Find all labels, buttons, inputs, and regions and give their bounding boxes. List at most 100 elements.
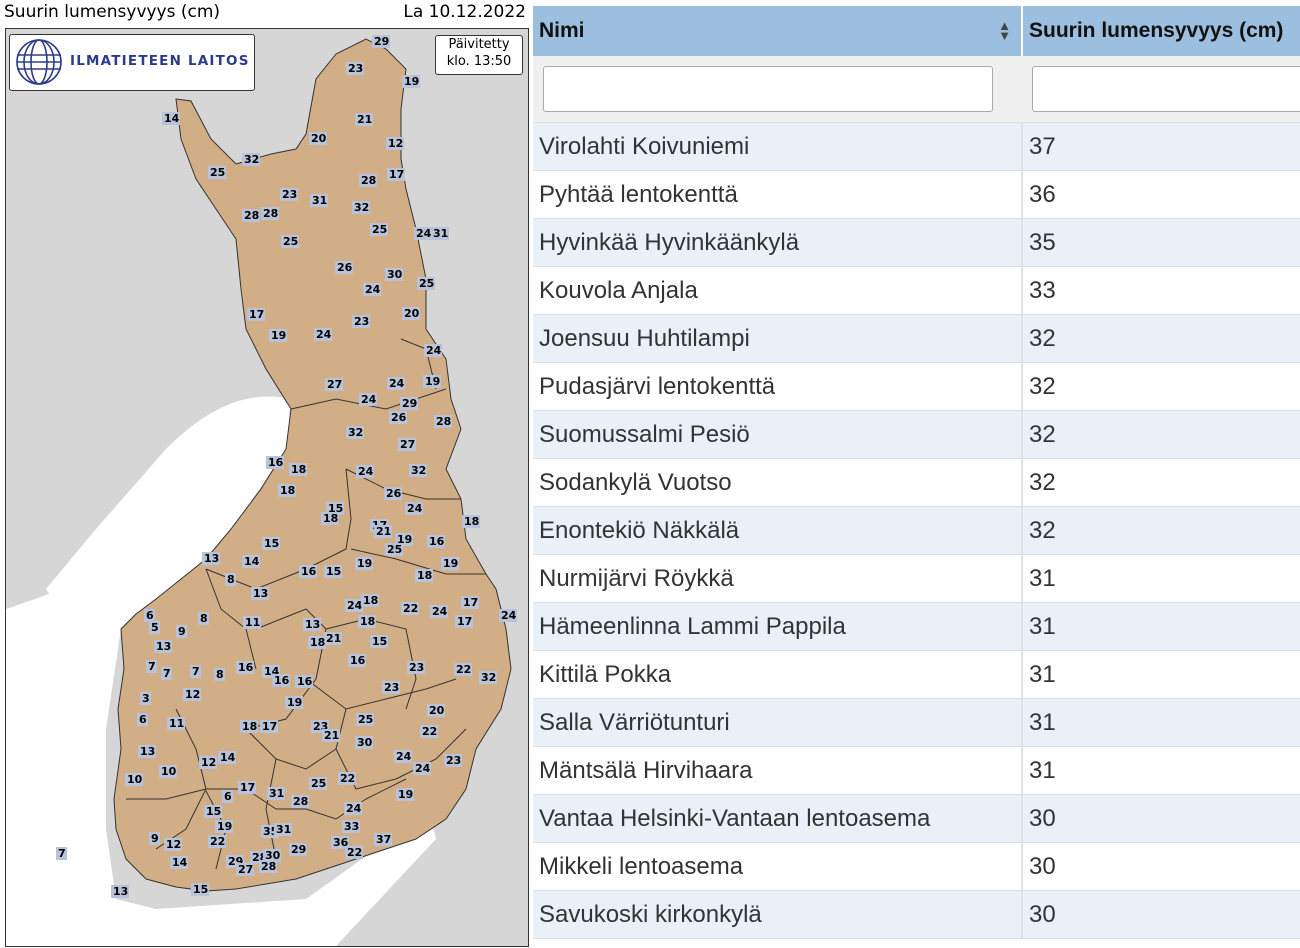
station-label[interactable]: 6 (137, 713, 148, 726)
station-label[interactable]: 22 (208, 835, 226, 848)
station-label[interactable]: 19 (423, 375, 441, 388)
snow-depth-map[interactable]: 29 23 19 21 14 20 12 32 25 17 28 23 31 32 28 28 25 24 31 25… (5, 28, 529, 947)
station-label[interactable]: 18 (361, 594, 379, 607)
station-label[interactable]: 21 (374, 525, 392, 538)
station-label[interactable]: 19 (441, 557, 459, 570)
table-row[interactable]: Savukoski kirkonkylä 30 (533, 890, 1300, 939)
station-label[interactable]: 28 (291, 795, 309, 808)
station-label[interactable]: 22 (345, 846, 363, 859)
station-label[interactable]: 26 (335, 261, 353, 274)
station-label[interactable]: 23 (280, 188, 298, 201)
station-label[interactable]: 13 (111, 885, 129, 898)
station-label[interactable]: 15 (324, 565, 342, 578)
station-label[interactable]: 24 (344, 802, 362, 815)
station-label[interactable]: 24 (424, 344, 442, 357)
station-label[interactable]: 22 (401, 602, 419, 615)
table-row[interactable]: Kittilä Pokka 31 (533, 650, 1300, 699)
station-label[interactable]: 10 (159, 765, 177, 778)
station-label[interactable]: 12 (183, 688, 201, 701)
station-label[interactable]: 27 (398, 438, 416, 451)
station-label[interactable]: 22 (338, 772, 356, 785)
station-label[interactable]: 32 (352, 201, 370, 214)
table-row[interactable]: Hämeenlinna Lammi Pappila 31 (533, 602, 1300, 651)
station-label[interactable]: 15 (191, 883, 209, 896)
station-label[interactable]: 16 (266, 456, 284, 469)
depth-filter-input[interactable] (1032, 66, 1300, 112)
station-label[interactable]: 28 (434, 415, 452, 428)
station-label[interactable]: 21 (322, 729, 340, 742)
station-label[interactable]: 24 (363, 283, 381, 296)
table-row[interactable]: Virolahti Koivuniemi 37 (533, 122, 1300, 171)
station-label[interactable]: 18 (289, 463, 307, 476)
station-label[interactable]: 21 (324, 632, 342, 645)
table-row[interactable]: Salla Värriötunturi 31 (533, 698, 1300, 747)
station-label[interactable]: 11 (167, 717, 185, 730)
station-label[interactable]: 17 (260, 720, 278, 733)
station-label[interactable]: 8 (225, 573, 236, 586)
station-label[interactable]: 32 (242, 153, 260, 166)
station-label[interactable]: 24 (430, 605, 448, 618)
station-label[interactable]: 14 (162, 112, 180, 125)
station-label[interactable]: 9 (149, 832, 160, 845)
station-label[interactable]: 19 (402, 75, 420, 88)
station-label[interactable]: 16 (427, 535, 445, 548)
station-label[interactable]: 14 (170, 856, 188, 869)
station-label[interactable]: 6 (222, 790, 233, 803)
table-row[interactable]: Pyhtää lentokenttä 36 (533, 170, 1300, 219)
table-row[interactable]: Vantaa Helsinki-Vantaan lentoasema 30 (533, 794, 1300, 843)
station-label[interactable]: 10 (125, 773, 143, 786)
station-label[interactable]: 18 (462, 515, 480, 528)
table-row[interactable]: Joensuu Huhtilampi 32 (533, 314, 1300, 363)
station-label[interactable]: 28 (242, 209, 260, 222)
station-label[interactable]: 20 (309, 132, 327, 145)
station-label[interactable]: 28 (259, 860, 277, 873)
station-label[interactable]: 24 (405, 502, 423, 515)
station-label[interactable]: 11 (243, 616, 261, 629)
station-label[interactable]: 24 (359, 393, 377, 406)
station-label[interactable]: 31 (274, 823, 292, 836)
station-label[interactable]: 18 (278, 484, 296, 497)
station-label[interactable]: 31 (267, 787, 285, 800)
station-label[interactable]: 16 (272, 674, 290, 687)
station-label[interactable]: 23 (346, 62, 364, 75)
station-label[interactable]: 19 (396, 788, 414, 801)
name-filter-input[interactable] (543, 66, 993, 112)
station-label[interactable]: 8 (214, 668, 225, 681)
station-label[interactable]: 13 (138, 745, 156, 758)
station-label[interactable]: 12 (386, 137, 404, 150)
station-label[interactable]: 32 (479, 671, 497, 684)
station-label[interactable]: 25 (417, 277, 435, 290)
column-header-name[interactable]: Nimi ▲ ▼ (533, 6, 1023, 56)
table-row[interactable]: Hyvinkää Hyvinkäänkylä 35 (533, 218, 1300, 267)
station-label[interactable]: 7 (56, 847, 67, 860)
station-label[interactable]: 15 (204, 805, 222, 818)
table-row[interactable]: Pudasjärvi lentokenttä 32 (533, 362, 1300, 411)
station-label[interactable]: 30 (355, 736, 373, 749)
station-label[interactable]: 15 (370, 635, 388, 648)
station-label[interactable]: 24 (345, 599, 363, 612)
station-label[interactable]: 18 (358, 615, 376, 628)
station-label[interactable]: 24 (499, 609, 517, 622)
station-label[interactable]: 20 (402, 307, 420, 320)
station-label[interactable]: 26 (389, 411, 407, 424)
station-label[interactable]: 27 (325, 378, 343, 391)
station-label[interactable]: 19 (215, 820, 233, 833)
station-label[interactable]: 13 (303, 618, 321, 631)
station-label[interactable]: 25 (309, 777, 327, 790)
station-label[interactable]: 13 (251, 587, 269, 600)
station-label[interactable]: 31 (431, 227, 449, 240)
station-label[interactable]: 17 (461, 596, 479, 609)
station-label[interactable]: 29 (289, 843, 307, 856)
station-label[interactable]: 26 (384, 487, 402, 500)
station-label[interactable]: 25 (356, 713, 374, 726)
station-label[interactable]: 23 (444, 754, 462, 767)
station-label[interactable]: 5 (149, 621, 160, 634)
station-label[interactable]: 37 (374, 833, 392, 846)
table-row[interactable]: Nurmijärvi Röykkä 31 (533, 554, 1300, 603)
station-label[interactable]: 8 (198, 612, 209, 625)
table-row[interactable]: Sodankylä Vuotso 32 (533, 458, 1300, 507)
station-label[interactable]: 21 (355, 113, 373, 126)
station-label[interactable]: 30 (385, 268, 403, 281)
station-label[interactable]: 12 (164, 838, 182, 851)
table-row[interactable]: Mikkeli lentoasema 30 (533, 842, 1300, 891)
